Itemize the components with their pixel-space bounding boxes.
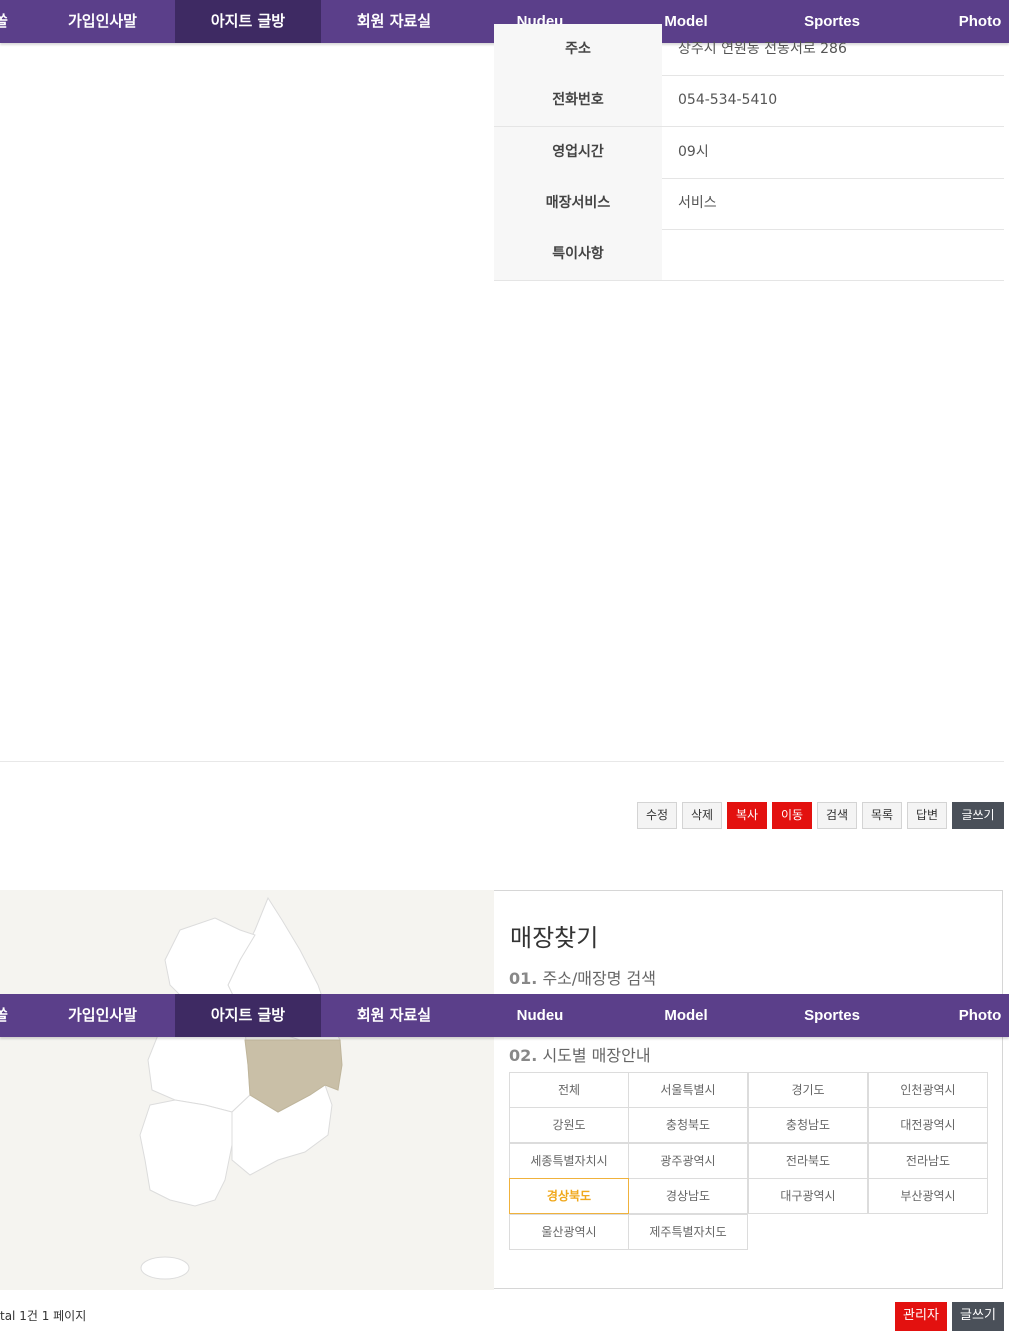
step-number: 01. bbox=[509, 969, 538, 988]
nav-item-archive[interactable]: 회원 자료실 bbox=[321, 994, 467, 1037]
info-value: 054-534-5410 bbox=[678, 92, 778, 108]
edit-button[interactable]: 수정 bbox=[637, 802, 677, 829]
region-button-chungnam[interactable]: 충청남도 bbox=[748, 1107, 868, 1143]
write-button-bottom[interactable]: 글쓰기 bbox=[952, 1302, 1004, 1331]
region-button-ulsan[interactable]: 울산광역시 bbox=[509, 1214, 629, 1250]
nav-item-archive[interactable]: 회원 자료실 bbox=[321, 0, 467, 43]
region-button-gyeongnam[interactable]: 경상남도 bbox=[628, 1178, 748, 1214]
region-button-jeju[interactable]: 제주특별자치도 bbox=[628, 1214, 748, 1250]
write-button[interactable]: 글쓰기 bbox=[952, 802, 1004, 829]
step-label: 주소/매장명 검색 bbox=[542, 969, 656, 988]
info-label: 영업시간 bbox=[494, 127, 662, 178]
region-button-chungbuk[interactable]: 충청북도 bbox=[628, 1107, 748, 1143]
region-button-gwangju[interactable]: 광주광역시 bbox=[628, 1143, 748, 1179]
nav-item-agit[interactable]: 아지트 글방 bbox=[175, 994, 321, 1037]
region-jeju-shape bbox=[140, 1256, 190, 1280]
region-button-incheon[interactable]: 인천광역시 bbox=[868, 1072, 988, 1108]
info-label: 전화번호 bbox=[494, 75, 662, 126]
info-row-phone: 전화번호 054-534-5410 bbox=[494, 75, 1004, 127]
region-jeolla-shape bbox=[139, 1099, 233, 1207]
delete-button[interactable]: 삭제 bbox=[682, 802, 722, 829]
nav-item-photo[interactable]: Photo bbox=[940, 994, 1009, 1037]
info-label: 특이사항 bbox=[494, 229, 662, 280]
region-button-daejeon[interactable]: 대전광역시 bbox=[868, 1107, 988, 1143]
nav-item-greetings[interactable]: 가입인사말 bbox=[30, 994, 175, 1037]
sticky-navbar: 쏠 가입인사말 아지트 글방 회원 자료실 Nudeu Model Sporte… bbox=[0, 994, 1009, 1037]
info-label: 매장서비스 bbox=[494, 178, 662, 229]
info-row-address: 주소 상주시 연원동 전동서로 286 bbox=[494, 24, 1004, 76]
nav-item-model[interactable]: Model bbox=[613, 994, 759, 1037]
nav-item-nudeu[interactable]: Nudeu bbox=[467, 994, 613, 1037]
info-row-notes: 특이사항 bbox=[494, 229, 1004, 281]
address-search-heading: 01. 주소/매장명 검색 bbox=[509, 965, 656, 989]
reply-button[interactable]: 답변 bbox=[907, 802, 947, 829]
region-button-jeonnam[interactable]: 전라남도 bbox=[868, 1143, 988, 1179]
info-value: 상주시 연원동 전동서로 286 bbox=[678, 41, 847, 57]
nav-item-agit[interactable]: 아지트 글방 bbox=[175, 0, 321, 43]
nav-item-greetings[interactable]: 가입인사말 bbox=[30, 0, 175, 43]
info-label: 주소 bbox=[494, 24, 662, 75]
region-button-gyeongbuk[interactable]: 경상북도 bbox=[509, 1178, 629, 1214]
content-divider bbox=[0, 761, 1004, 762]
region-button-jeonbuk[interactable]: 전라북도 bbox=[748, 1143, 868, 1179]
nav-item-sportes[interactable]: Sportes bbox=[759, 994, 905, 1037]
info-value: 서비스 bbox=[678, 195, 717, 211]
region-button-busan[interactable]: 부산광역시 bbox=[868, 1178, 988, 1214]
step-label: 시도별 매장안내 bbox=[542, 1046, 651, 1065]
info-value: 09시 bbox=[678, 144, 709, 160]
total-count: tal 1건 1 페이지 bbox=[0, 1309, 87, 1323]
admin-button[interactable]: 관리자 bbox=[895, 1302, 947, 1331]
nav-item-partial[interactable]: 쏠 bbox=[0, 994, 14, 1037]
move-button[interactable]: 이동 bbox=[772, 802, 812, 829]
nav-item-partial[interactable]: 쏠 bbox=[0, 0, 14, 43]
store-finder-title: 매장찾기 bbox=[510, 924, 599, 952]
region-guide-heading: 02. 시도별 매장안내 bbox=[509, 1042, 651, 1066]
step-number: 02. bbox=[509, 1046, 538, 1065]
search-button[interactable]: 검색 bbox=[817, 802, 857, 829]
korea-map-svg bbox=[139, 896, 343, 1280]
region-button-daegu[interactable]: 대구광역시 bbox=[748, 1178, 868, 1214]
copy-button[interactable]: 복사 bbox=[727, 802, 767, 829]
region-button-gyeonggi[interactable]: 경기도 bbox=[748, 1072, 868, 1108]
list-button[interactable]: 목록 bbox=[862, 802, 902, 829]
region-button-gangwon[interactable]: 강원도 bbox=[509, 1107, 629, 1143]
info-row-hours: 영업시간 09시 bbox=[494, 127, 1004, 179]
region-button-sejong[interactable]: 세종특별자치시 bbox=[509, 1143, 629, 1179]
region-button-seoul[interactable]: 서울특별시 bbox=[628, 1072, 748, 1108]
korea-map[interactable] bbox=[0, 890, 494, 1290]
info-row-service: 매장서비스 서비스 bbox=[494, 178, 1004, 230]
region-button-all[interactable]: 전체 bbox=[509, 1072, 629, 1108]
